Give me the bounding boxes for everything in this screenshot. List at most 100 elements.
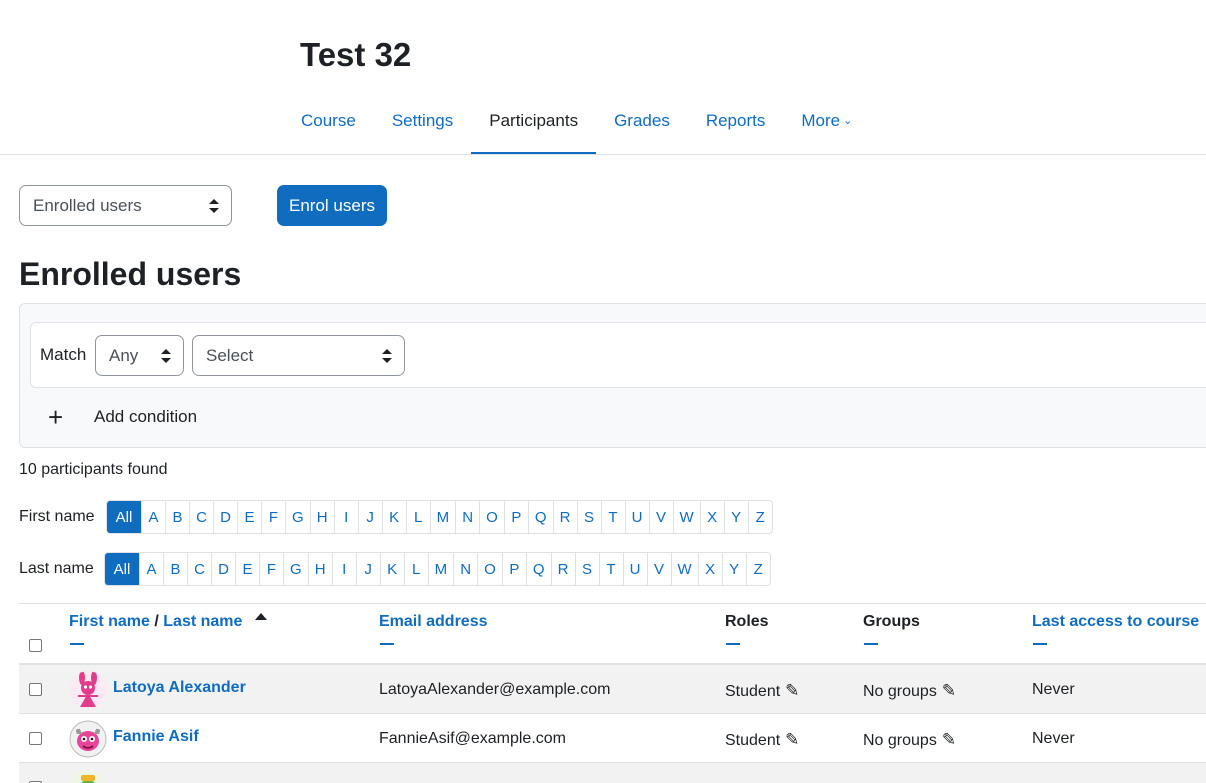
initial-i[interactable]: I: [331, 553, 356, 585]
groups-value: No groups: [863, 683, 937, 700]
row-checkbox[interactable]: [29, 732, 42, 745]
tab-more[interactable]: More ⌄: [783, 100, 870, 155]
initial-p[interactable]: P: [503, 501, 528, 533]
collapse-roles-column[interactable]: [726, 643, 740, 645]
page-heading: Enrolled users: [19, 256, 242, 292]
initial-n[interactable]: N: [455, 501, 479, 533]
initial-u[interactable]: U: [622, 553, 647, 585]
initial-x[interactable]: X: [699, 501, 724, 533]
pencil-icon[interactable]: ✎: [785, 681, 799, 701]
initial-a[interactable]: A: [139, 553, 163, 585]
sort-last-name-link[interactable]: Last name: [163, 613, 242, 630]
avatar: [69, 769, 107, 783]
match-select[interactable]: Any: [95, 335, 184, 376]
first-name-letters: All ABCDEFGHIJKLMNOPQRSTUVWXYZ: [106, 500, 773, 534]
initial-f[interactable]: F: [261, 501, 285, 533]
tab-course[interactable]: Course: [283, 100, 374, 155]
initial-all[interactable]: All: [105, 553, 139, 585]
initial-q[interactable]: Q: [527, 501, 553, 533]
tab-participants[interactable]: Participants: [471, 100, 596, 155]
initial-x[interactable]: X: [697, 553, 722, 585]
add-condition-button[interactable]: + Add condition: [48, 404, 197, 430]
initial-v[interactable]: V: [648, 501, 673, 533]
initial-s[interactable]: S: [574, 553, 599, 585]
first-name-initials-label: First name: [19, 508, 95, 525]
initial-all[interactable]: All: [107, 501, 141, 533]
tab-reports[interactable]: Reports: [688, 100, 784, 155]
initial-z[interactable]: Z: [745, 553, 770, 585]
sort-last-access-link[interactable]: Last access to course: [1032, 613, 1199, 630]
initial-o[interactable]: O: [477, 553, 502, 585]
collapse-groups-column[interactable]: [864, 643, 878, 645]
initial-k[interactable]: K: [379, 553, 404, 585]
participant-name-link[interactable]: Fannie Asif: [113, 728, 199, 746]
initial-q[interactable]: Q: [525, 553, 551, 585]
initial-f[interactable]: F: [259, 553, 283, 585]
initial-h[interactable]: H: [307, 553, 332, 585]
course-nav-tabs: Course Settings Participants Grades Repo…: [283, 100, 870, 155]
participants-table: First name / Last name Email address Rol…: [19, 603, 1206, 783]
initial-l[interactable]: L: [405, 501, 430, 533]
initial-g[interactable]: G: [285, 501, 310, 533]
initial-b[interactable]: B: [163, 553, 187, 585]
row-checkbox[interactable]: [29, 683, 42, 696]
initial-z[interactable]: Z: [747, 501, 772, 533]
collapse-last-access-column[interactable]: [1033, 643, 1047, 645]
table-row-partial: [19, 763, 1206, 783]
last-name-initials-label: Last name: [19, 560, 94, 577]
initial-d[interactable]: D: [211, 553, 235, 585]
participant-name-link[interactable]: Latoya Alexander: [113, 679, 246, 697]
filter-panel: Match Any Select + Add condition: [19, 303, 1206, 448]
initial-h[interactable]: H: [309, 501, 334, 533]
select-arrows-icon: [382, 348, 392, 363]
initial-e[interactable]: E: [235, 553, 259, 585]
initial-o[interactable]: O: [479, 501, 504, 533]
initial-l[interactable]: L: [403, 553, 428, 585]
initial-k[interactable]: K: [381, 501, 406, 533]
initial-r[interactable]: R: [552, 501, 577, 533]
initial-c[interactable]: C: [187, 553, 211, 585]
role-value: Student: [725, 683, 781, 700]
page-select[interactable]: Enrolled users: [19, 185, 232, 226]
initial-j[interactable]: J: [355, 553, 380, 585]
initial-v[interactable]: V: [646, 553, 671, 585]
initial-a[interactable]: A: [141, 501, 165, 533]
pencil-icon[interactable]: ✎: [942, 730, 956, 750]
match-label: Match: [40, 345, 87, 364]
initial-y[interactable]: Y: [721, 553, 746, 585]
participants-count: 10 participants found: [19, 461, 168, 478]
tab-grades[interactable]: Grades: [596, 100, 688, 155]
initial-u[interactable]: U: [624, 501, 649, 533]
enrol-users-button[interactable]: Enrol users: [277, 185, 387, 226]
initial-e[interactable]: E: [237, 501, 261, 533]
initial-w[interactable]: W: [672, 501, 700, 533]
column-header-email: Email address: [379, 613, 488, 631]
initial-y[interactable]: Y: [723, 501, 748, 533]
initial-t[interactable]: T: [598, 553, 623, 585]
initial-n[interactable]: N: [453, 553, 477, 585]
initial-p[interactable]: P: [501, 553, 526, 585]
initial-m[interactable]: M: [427, 553, 454, 585]
collapse-name-column[interactable]: [70, 643, 84, 645]
pencil-icon[interactable]: ✎: [785, 730, 799, 750]
initial-s[interactable]: S: [576, 501, 601, 533]
initial-b[interactable]: B: [165, 501, 189, 533]
initial-g[interactable]: G: [283, 553, 308, 585]
initial-t[interactable]: T: [600, 501, 625, 533]
column-header-roles: Roles: [725, 613, 769, 630]
sort-email-link[interactable]: Email address: [379, 613, 488, 630]
initial-r[interactable]: R: [550, 553, 575, 585]
pencil-icon[interactable]: ✎: [942, 681, 956, 701]
initial-m[interactable]: M: [429, 501, 456, 533]
initial-c[interactable]: C: [189, 501, 213, 533]
tab-settings[interactable]: Settings: [374, 100, 471, 155]
initial-j[interactable]: J: [357, 501, 382, 533]
filter-type-select[interactable]: Select: [192, 335, 405, 376]
collapse-email-column[interactable]: [380, 643, 394, 645]
filter-type-select-value: Select: [206, 345, 254, 365]
select-all-checkbox[interactable]: [29, 639, 42, 652]
sort-first-name-link[interactable]: First name: [69, 613, 150, 630]
initial-d[interactable]: D: [213, 501, 237, 533]
initial-i[interactable]: I: [333, 501, 358, 533]
initial-w[interactable]: W: [670, 553, 698, 585]
